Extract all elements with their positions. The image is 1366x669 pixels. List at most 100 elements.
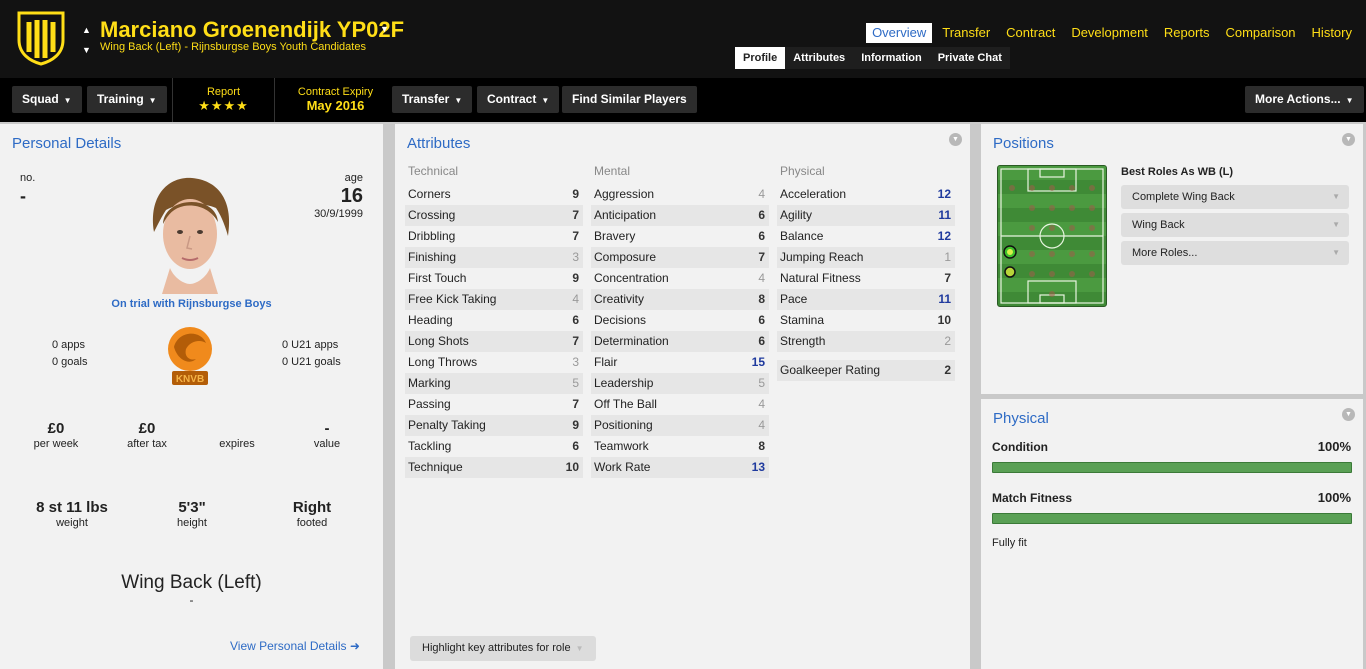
attribute-name: Positioning (594, 418, 653, 432)
attribute-value: 4 (758, 187, 765, 201)
attribute-row[interactable]: Natural Fitness 7 (777, 268, 955, 289)
attribute-row[interactable]: Aggression 4 (591, 184, 769, 205)
attribute-row[interactable]: Work Rate 13 (591, 457, 769, 478)
panel-options-chevron-icon[interactable]: ▼ (1342, 408, 1355, 421)
tab-development[interactable]: Development (1065, 23, 1154, 43)
player-nav-arrows[interactable]: ▲ ▼ (82, 20, 91, 60)
attribute-row[interactable]: Technique 10 (405, 457, 583, 478)
transfer-button-label: Transfer (402, 92, 450, 106)
height-label: height (177, 517, 207, 529)
highlight-key-attributes-button[interactable]: Highlight key attributes for role ▼ (410, 636, 596, 661)
attribute-row[interactable]: Creativity 8 (591, 289, 769, 310)
attribute-row[interactable]: Agility 11 (777, 205, 955, 226)
player-menu-chevron-icon[interactable]: ▼ (380, 24, 389, 34)
attribute-row[interactable]: Free Kick Taking 4 (405, 289, 583, 310)
attribute-row[interactable]: Positioning 4 (591, 415, 769, 436)
attribute-value: 10 (565, 460, 579, 474)
squad-button[interactable]: Squad ▼ (12, 86, 82, 113)
physical-panel: Physical ▼ Condition 100% Match Fitness … (981, 399, 1363, 669)
attribute-row[interactable]: Teamwork 8 (591, 436, 769, 457)
attribute-row[interactable]: Dribbling 7 (405, 226, 583, 247)
role-wing-back[interactable]: Wing Back ▼ (1121, 213, 1349, 237)
attribute-row[interactable]: Strength 2 (777, 331, 955, 352)
attribute-row[interactable]: Tackling 6 (405, 436, 583, 457)
technical-list: Corners 9 Crossing 7 Dribbling 7 Finishing 3 Fir… (405, 184, 583, 478)
attribute-row[interactable]: Concentration 4 (591, 268, 769, 289)
subtab-attributes[interactable]: Attributes (785, 47, 853, 69)
attribute-row[interactable]: Composure 7 (591, 247, 769, 268)
attribute-row[interactable]: Leadership 5 (591, 373, 769, 394)
role-complete-wing-back[interactable]: Complete Wing Back ▼ (1121, 185, 1349, 209)
subtab-profile[interactable]: Profile (735, 47, 786, 69)
attribute-name: Natural Fitness (780, 271, 861, 285)
chevron-down-icon: ▼ (1345, 96, 1354, 105)
panel-options-chevron-icon[interactable]: ▼ (949, 133, 962, 146)
report-summary[interactable]: Report ★★★★ (172, 78, 275, 122)
attribute-row[interactable]: Stamina 10 (777, 310, 955, 331)
attribute-value: 7 (758, 250, 765, 264)
value-value: - (324, 420, 330, 437)
find-similar-players-button[interactable]: Find Similar Players (562, 86, 697, 113)
attribute-name: First Touch (408, 271, 467, 285)
transfer-button[interactable]: Transfer ▼ (392, 86, 473, 113)
attribute-value: 3 (572, 355, 579, 369)
chevron-down-icon: ▼ (1332, 192, 1340, 201)
attribute-row[interactable]: Decisions 6 (591, 310, 769, 331)
contract-button[interactable]: Contract ▼ (477, 86, 560, 113)
panel-options-chevron-icon[interactable]: ▼ (1342, 133, 1355, 146)
club-crest-icon (17, 11, 65, 66)
attribute-row[interactable]: Long Throws 3 (405, 352, 583, 373)
view-personal-details-link[interactable]: View Personal Details ➜ (230, 639, 360, 653)
tab-comparison[interactable]: Comparison (1219, 23, 1301, 43)
subtab-private-chat[interactable]: Private Chat (930, 47, 1010, 69)
chevron-down-icon: ▼ (1332, 220, 1340, 229)
more-roles-dropdown[interactable]: More Roles... ▼ (1121, 241, 1349, 265)
tab-transfer[interactable]: Transfer (936, 23, 996, 43)
technical-column: Technical Corners 9 Crossing 7 Dribbling 7 Fin… (405, 164, 583, 478)
player-subtitle: Wing Back (Left) - Rijnsburgse Boys Yout… (100, 41, 366, 53)
subtab-information[interactable]: Information (853, 47, 930, 69)
attribute-row[interactable]: Balance 12 (777, 226, 955, 247)
attribute-row[interactable]: Pace 11 (777, 289, 955, 310)
attribute-name: Technique (408, 460, 463, 474)
attribute-name: Agility (780, 208, 813, 222)
attribute-row[interactable]: First Touch 9 (405, 268, 583, 289)
attribute-row[interactable]: Acceleration 12 (777, 184, 955, 205)
attribute-row[interactable]: Flair 15 (591, 352, 769, 373)
attribute-row[interactable]: Penalty Taking 9 (405, 415, 583, 436)
attribute-name: Finishing (408, 250, 457, 264)
training-button[interactable]: Training ▼ (87, 86, 167, 113)
attributes-title: Attributes (407, 135, 471, 152)
attribute-name: Composure (594, 250, 657, 264)
attribute-row[interactable]: Corners 9 (405, 184, 583, 205)
attribute-row[interactable]: Anticipation 6 (591, 205, 769, 226)
more-actions-button[interactable]: More Actions... ▼ (1245, 86, 1364, 113)
tab-reports[interactable]: Reports (1158, 23, 1216, 43)
tab-contract[interactable]: Contract (1000, 23, 1061, 43)
pitch-markings (998, 166, 1106, 304)
attribute-row[interactable]: Marking 5 (405, 373, 583, 394)
attribute-value: 2 (944, 334, 951, 348)
attribute-row[interactable]: Off The Ball 4 (591, 394, 769, 415)
tab-history[interactable]: History (1306, 23, 1358, 43)
attribute-row[interactable]: Heading 6 (405, 310, 583, 331)
apps-count: 0 apps (52, 339, 86, 351)
attribute-row[interactable]: Crossing 7 (405, 205, 583, 226)
attribute-row[interactable]: Passing 7 (405, 394, 583, 415)
attribute-row[interactable]: Long Shots 7 (405, 331, 583, 352)
positions-title: Positions (993, 135, 1054, 152)
trial-status-link[interactable]: On trial with Rijnsburgse Boys (0, 298, 383, 310)
attribute-row[interactable]: Determination 6 (591, 331, 769, 352)
attribute-name: Jumping Reach (780, 250, 864, 264)
mental-list: Aggression 4 Anticipation 6 Bravery 6 Composur… (591, 184, 769, 478)
attribute-name: Crossing (408, 208, 456, 222)
attribute-row[interactable]: Finishing 3 (405, 247, 583, 268)
attribute-name: Passing (408, 397, 451, 411)
attributes-panel: Attributes ▼ Technical Corners 9 Crossing 7… (395, 124, 970, 669)
attribute-value: 7 (572, 397, 579, 411)
chevron-down-icon: ▼ (1332, 248, 1340, 257)
tab-overview[interactable]: Overview (866, 23, 933, 43)
attribute-row[interactable]: Jumping Reach 1 (777, 247, 955, 268)
role-label: More Roles... (1132, 247, 1198, 259)
attribute-row[interactable]: Bravery 6 (591, 226, 769, 247)
